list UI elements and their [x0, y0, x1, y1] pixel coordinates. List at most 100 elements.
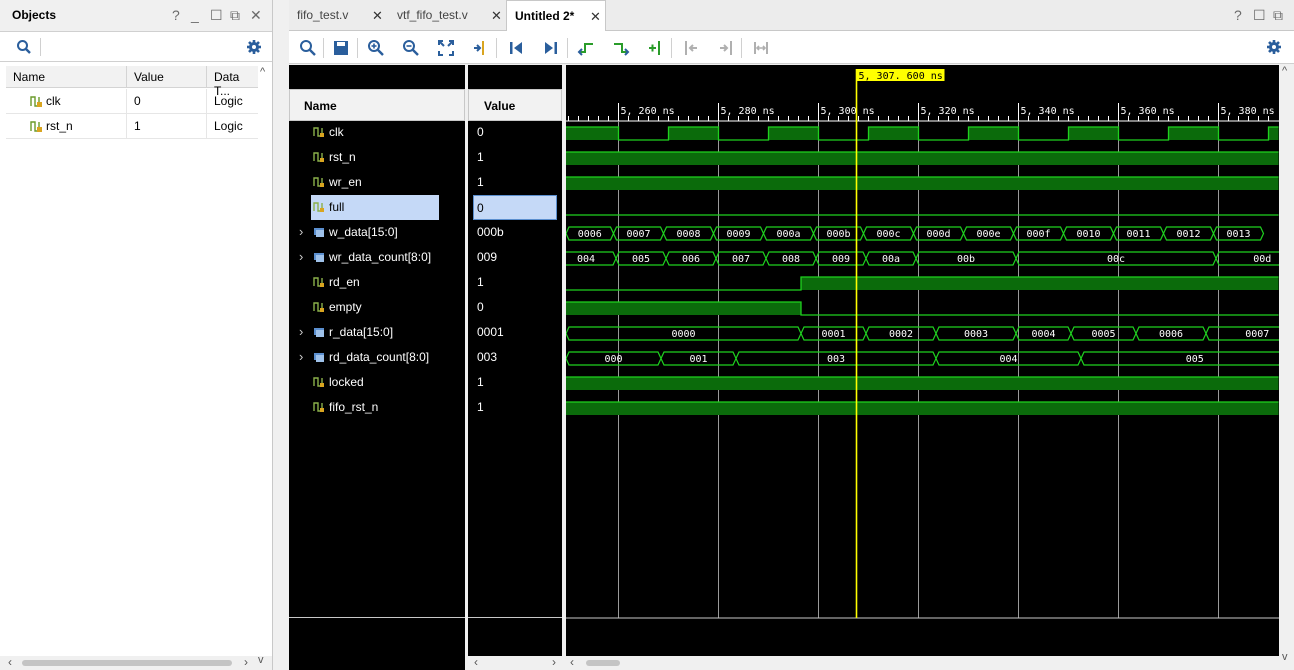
column-value[interactable]: Value: [134, 70, 164, 84]
search-icon[interactable]: [299, 39, 317, 57]
zoom-fit-icon[interactable]: [437, 39, 455, 57]
value-column-header[interactable]: Value: [468, 89, 562, 121]
signal-fill: [566, 127, 619, 140]
signal-value-row[interactable]: 1: [474, 395, 558, 420]
swap-markers-icon[interactable]: [752, 39, 770, 57]
scroll-left-icon[interactable]: ‹: [8, 655, 12, 669]
object-type: Logic: [214, 94, 243, 108]
signal-value-row[interactable]: 0: [473, 195, 557, 220]
float-icon[interactable]: ⧉: [230, 8, 240, 22]
signal-value-row[interactable]: 0: [474, 295, 558, 320]
scroll-left-icon[interactable]: ‹: [570, 655, 574, 669]
signal-name: clk: [329, 125, 344, 139]
waveform-canvas[interactable]: 5, 260 ns 5, 280 ns 5, 300 ns 5, 320 ns 5, 3…: [566, 65, 1279, 656]
close-icon[interactable]: ✕: [491, 8, 502, 24]
search-icon[interactable]: [16, 39, 32, 55]
object-name: rst_n: [46, 119, 73, 133]
gear-icon[interactable]: [246, 39, 262, 55]
signal-value-row[interactable]: 1: [474, 170, 558, 195]
bus-value-label: 004: [577, 254, 595, 265]
next-transition-icon[interactable]: [612, 39, 630, 57]
signal-fill: [566, 402, 1279, 415]
signal-value-row[interactable]: 1: [474, 145, 558, 170]
previous-marker-icon[interactable]: [682, 39, 700, 57]
maximize-icon[interactable]: ☐: [210, 8, 223, 22]
signal-row[interactable]: › r_data[15:0]: [289, 320, 465, 345]
maximize-icon[interactable]: ☐: [1253, 8, 1266, 22]
waveform-svg[interactable]: 5, 260 ns 5, 280 ns 5, 300 ns 5, 320 ns 5, 3…: [566, 65, 1279, 656]
signal-value-row[interactable]: 009: [474, 245, 558, 270]
wave-hscrollbar[interactable]: ‹: [566, 655, 1279, 670]
close-icon[interactable]: ✕: [250, 8, 262, 22]
float-icon[interactable]: ⧉: [1273, 8, 1283, 22]
help-icon[interactable]: ?: [1234, 8, 1242, 22]
signal-fill: [566, 177, 1279, 190]
save-icon[interactable]: [332, 39, 350, 57]
wave-vscrollbar[interactable]: ^ v: [1279, 65, 1294, 670]
scroll-right-icon[interactable]: ›: [552, 655, 556, 669]
signal-row[interactable]: › rd_data_count[8:0]: [289, 345, 465, 370]
signal-value-row[interactable]: 0: [474, 120, 558, 145]
signal-value-row[interactable]: 000b: [474, 220, 558, 245]
zoom-out-icon[interactable]: [402, 39, 420, 57]
signal-row[interactable]: locked: [289, 370, 465, 395]
objects-hscrollbar[interactable]: ‹ › v: [0, 654, 272, 670]
go-to-start-icon[interactable]: [507, 39, 525, 57]
signal-value-row[interactable]: 003: [474, 345, 558, 370]
name-column-header[interactable]: Name: [289, 89, 465, 121]
tab-fifo-test[interactable]: fifo_test.v ✕: [289, 0, 389, 31]
signal-row[interactable]: rst_n: [289, 145, 465, 170]
expand-chevron-icon[interactable]: ›: [299, 224, 303, 239]
table-row[interactable]: rst_n 1 Logic: [6, 114, 258, 139]
bus-value-label: 000f: [1026, 229, 1050, 240]
signal-row[interactable]: › w_data[15:0]: [289, 220, 465, 245]
previous-transition-icon[interactable]: [577, 39, 595, 57]
expand-chevron-icon[interactable]: ›: [299, 249, 303, 264]
scroll-left-icon[interactable]: ‹: [474, 655, 478, 669]
minimize-icon[interactable]: _: [191, 8, 199, 22]
add-marker-icon[interactable]: [647, 39, 665, 57]
bus-value-label: 0000: [671, 329, 695, 340]
zoom-in-icon[interactable]: [367, 39, 385, 57]
tab-vtf-fifo-test[interactable]: vtf_fifo_test.v ✕: [389, 0, 507, 31]
signal-value-row[interactable]: 0001: [474, 320, 558, 345]
signal-row[interactable]: empty: [289, 295, 465, 320]
expand-chevron-icon[interactable]: ›: [299, 349, 303, 364]
tab-untitled-2[interactable]: Untitled 2* ✕: [506, 0, 606, 31]
scroll-down-icon[interactable]: v: [258, 654, 264, 666]
signal-row[interactable]: fifo_rst_n: [289, 395, 465, 420]
signal-row[interactable]: rd_en: [289, 270, 465, 295]
scroll-up-icon[interactable]: ^: [1282, 65, 1287, 77]
scroll-down-icon[interactable]: v: [1282, 651, 1288, 663]
gear-icon[interactable]: [1266, 39, 1282, 55]
value-hscrollbar[interactable]: ‹ ›: [468, 655, 562, 670]
signal-row[interactable]: › wr_data_count[8:0]: [289, 245, 465, 270]
scroll-right-icon[interactable]: ›: [244, 655, 248, 669]
expand-chevron-icon[interactable]: ›: [299, 324, 303, 339]
close-icon[interactable]: ✕: [590, 9, 601, 25]
table-row[interactable]: clk 0 Logic: [6, 89, 258, 114]
signal-value-row[interactable]: 1: [474, 270, 558, 295]
column-name[interactable]: Name: [13, 70, 45, 84]
scroll-up-icon[interactable]: ^: [260, 66, 265, 78]
bus-value-label: 0013: [1226, 229, 1250, 240]
signal-row[interactable]: wr_en: [289, 170, 465, 195]
objects-panel: Objects ? _ ☐ ⧉ ✕ Name Value Data T... ^…: [0, 0, 273, 670]
signal-row[interactable]: full: [289, 195, 465, 220]
bus-value-label: 000d: [926, 229, 950, 240]
signal-value: 0: [477, 300, 484, 314]
logic-signal-icon: [313, 402, 324, 412]
go-to-cursor-icon[interactable]: [472, 39, 490, 57]
close-icon[interactable]: ✕: [372, 8, 383, 24]
signal-fill: [566, 377, 1279, 390]
signal-row[interactable]: clk: [289, 120, 465, 145]
divider: [289, 617, 465, 618]
next-marker-icon[interactable]: [717, 39, 735, 57]
scrollbar-thumb[interactable]: [586, 660, 620, 666]
help-icon[interactable]: ?: [172, 8, 180, 22]
logic-signal-icon: [313, 177, 324, 187]
signal-value-row[interactable]: 1: [474, 370, 558, 395]
go-to-end-icon[interactable]: [542, 39, 560, 57]
bus-value-label: 007: [732, 254, 750, 265]
scrollbar-thumb[interactable]: [22, 660, 232, 666]
